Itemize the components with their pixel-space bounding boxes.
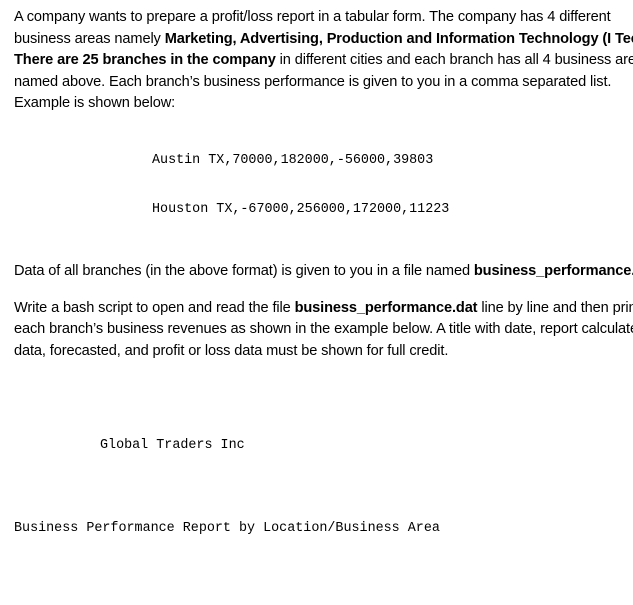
paragraph-data-file-seg-0: Data of all branches (in the above forma… [14, 263, 474, 280]
paragraph-task-seg-0: Write a bash script to open and read the… [14, 299, 295, 316]
report-date-block: Report Date Sat Jan 29 10:27:10 CDT 2022… [14, 584, 633, 605]
paragraph-task-filename: business_performance.dat [294, 299, 478, 316]
paragraph-task: Write a bash script to open and read the… [14, 298, 633, 363]
example-line-austin: Austin TX,70000,182000,-56000,39803 [152, 152, 434, 168]
paragraph-data-file-filename: business_performance.dat [473, 263, 633, 280]
report-heading-block: Global Traders Inc Business Performance … [14, 371, 633, 570]
report-title: Business Performance Report by Location/… [14, 520, 440, 536]
paragraph-intro: A company wants to prepare a profit/loss… [14, 7, 633, 115]
example-code-block: Austin TX,70000,182000,-56000,39803 Hous… [14, 120, 633, 253]
document-page: A company wants to prepare a profit/loss… [0, 0, 633, 605]
example-line-houston: Houston TX,-67000,256000,172000,11223 [152, 202, 450, 218]
report-company-name: Global Traders Inc [100, 437, 245, 453]
paragraph-data-file: Data of all branches (in the above forma… [14, 261, 633, 283]
